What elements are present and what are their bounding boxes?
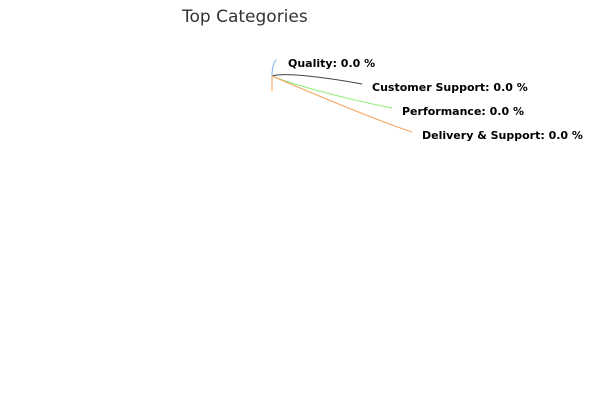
pie-slice-label-1: Customer Support: 0.0 % <box>372 81 528 94</box>
chart-container: Top Categories Quality: 0.0 % Customer Su… <box>0 0 600 400</box>
pie-slice-label-2: Performance: 0.0 % <box>402 105 524 118</box>
pie-connector-1 <box>271 74 363 85</box>
pie-slice-label-3: Delivery & Support: 0.0 % <box>422 129 583 142</box>
pie-chart: Quality: 0.0 % Customer Support: 0.0 % Per… <box>271 57 583 142</box>
pie-connector-0 <box>271 59 278 77</box>
pie-slice-label-0: Quality: 0.0 % <box>288 57 375 70</box>
